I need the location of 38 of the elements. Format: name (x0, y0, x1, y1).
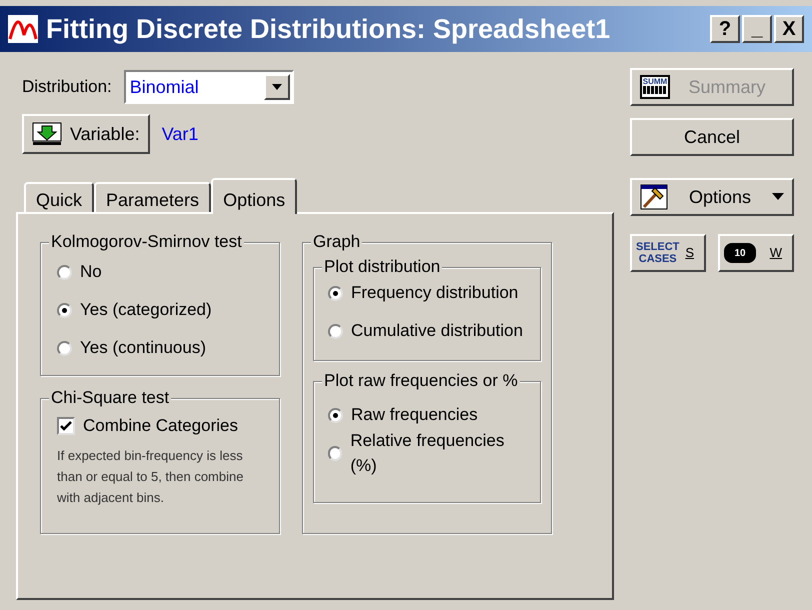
radio-button[interactable] (57, 264, 72, 280)
variable-button[interactable]: Variable: (22, 114, 150, 154)
help-text: If expected bin-frequency is less than or equal to 5, then combine with adjacent bins. (57, 446, 244, 507)
select-cases-icon: SELECT CASES (636, 241, 680, 265)
cancel-button[interactable]: Cancel (630, 118, 794, 156)
checkbox[interactable] (57, 416, 75, 435)
radio-button[interactable] (57, 302, 72, 318)
radio-button[interactable] (328, 324, 343, 338)
radio-button[interactable] (328, 408, 343, 422)
calculator-icon: SUMM (640, 75, 670, 99)
caret-icon (772, 193, 784, 201)
download-icon (32, 122, 62, 146)
radio-label: Raw frequencies (351, 404, 478, 426)
window-title: Fitting Discrete Distributions: Spreadsheet1 (46, 12, 612, 46)
radio-button[interactable] (57, 340, 72, 356)
radio-label: No (80, 261, 102, 284)
radio-label: Cumulative distribution (351, 320, 523, 342)
checkbox-label: Combine Categories (83, 415, 238, 437)
variable-value: Var1 (162, 122, 198, 146)
distribution-label: Distribution: (22, 76, 112, 98)
app-icon (8, 15, 38, 43)
distribution-dropdown[interactable]: Binomial (124, 70, 294, 104)
hammer-icon (640, 184, 668, 210)
options-button[interactable]: Options (630, 178, 794, 216)
tab[interactable]: Parameters (94, 182, 212, 212)
radio-label: Yes (categorized) (80, 299, 212, 322)
tab[interactable]: Options (211, 178, 298, 214)
weight-icon: 10 (724, 243, 756, 263)
title-bar-button[interactable]: X (774, 15, 804, 43)
title-bar-button[interactable]: ? (710, 15, 740, 43)
radio-label: Frequency distribution (351, 282, 518, 304)
title-bar-button[interactable]: _ (742, 15, 772, 43)
radio-button[interactable] (328, 286, 343, 300)
weight-button[interactable]: 10 W (718, 234, 794, 272)
radio-label: Relative frequencies (%) (350, 430, 506, 477)
tab[interactable]: Quick (24, 182, 94, 212)
radio-button[interactable] (328, 446, 342, 460)
radio-label: Yes (continuous) (80, 337, 206, 360)
